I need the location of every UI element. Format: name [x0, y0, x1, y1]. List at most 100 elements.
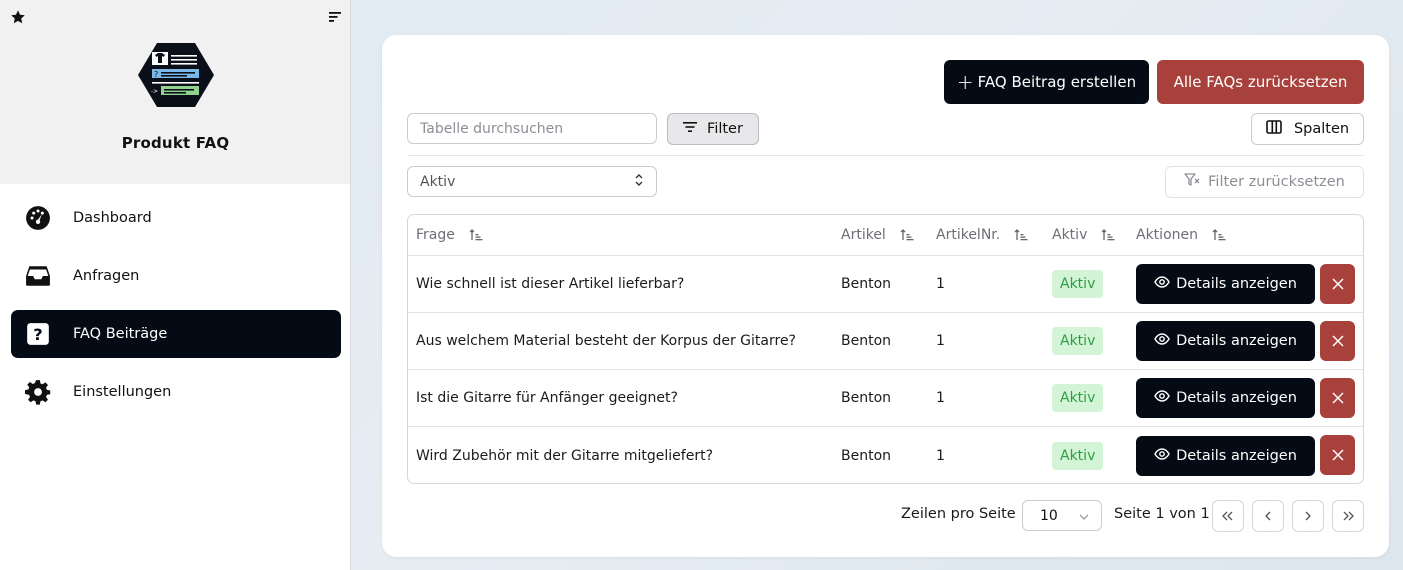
column-header-aktionen[interactable]: Aktionen — [1136, 215, 1226, 255]
eye-icon — [1154, 447, 1170, 464]
eye-icon — [1154, 390, 1170, 406]
delete-button[interactable] — [1320, 321, 1355, 361]
chevron-right-icon — [1305, 511, 1311, 521]
star-icon[interactable] — [10, 9, 26, 25]
sort-ascending-icon — [1101, 228, 1115, 242]
details-label: Details anzeigen — [1176, 447, 1297, 464]
close-icon — [1331, 335, 1344, 347]
details-button[interactable]: Details anzeigen — [1136, 435, 1315, 476]
table-search-input[interactable] — [407, 113, 657, 144]
cell-aktiv: Aktiv — [1052, 370, 1104, 426]
rows-per-page-label: Zeilen pro Seite — [901, 506, 1016, 522]
cell-artikelnr: 1 — [936, 276, 945, 292]
status-badge: Aktiv — [1052, 441, 1104, 470]
cell-aktionen: Details anzeigen — [1136, 370, 1315, 426]
status-filter-select[interactable]: Aktiv — [407, 166, 657, 197]
cell-aktionen: Details anzeigen — [1136, 256, 1315, 312]
close-icon — [1331, 449, 1344, 461]
previous-page-button[interactable] — [1252, 500, 1284, 532]
sort-icon[interactable] — [328, 9, 342, 23]
columns-icon — [1266, 120, 1282, 138]
sidebar-item-einstellungen[interactable]: Einstellungen — [11, 368, 341, 416]
cell-aktionen: Details anzeigen — [1136, 427, 1315, 483]
details-label: Details anzeigen — [1176, 390, 1297, 406]
rows-per-page-value: 10 — [1040, 507, 1058, 524]
reset-all-faqs-button[interactable]: Alle FAQs zurücksetzen — [1157, 60, 1364, 104]
next-page-button[interactable] — [1292, 500, 1324, 532]
cell-aktiv: Aktiv — [1052, 313, 1104, 369]
columns-button[interactable]: Spalten — [1251, 113, 1364, 145]
columns-label: Spalten — [1293, 121, 1350, 137]
status-badge: Aktiv — [1052, 327, 1104, 355]
details-label: Details anzeigen — [1176, 276, 1297, 292]
details-label: Details anzeigen — [1176, 333, 1297, 349]
table-row: Wie schnell ist dieser Artikel lieferbar… — [408, 256, 1363, 313]
first-page-button[interactable] — [1212, 500, 1244, 532]
chevrons-left-icon — [1222, 511, 1233, 521]
sidebar-item-label: Anfragen — [73, 268, 140, 284]
status-badge: Aktiv — [1052, 384, 1104, 412]
inbox-icon — [25, 263, 51, 289]
sidebar-item-faq-beitraege[interactable]: ? FAQ Beiträge — [11, 310, 341, 358]
sidebar-nav: Dashboard Anfragen ? FAQ Beiträge Einste… — [11, 194, 341, 426]
details-button[interactable]: Details anzeigen — [1136, 321, 1315, 361]
cell-artikel: Benton — [841, 447, 892, 464]
cell-aktiv: Aktiv — [1052, 256, 1104, 312]
chevron-left-icon — [1265, 511, 1271, 521]
svg-text:?: ? — [33, 325, 42, 344]
delete-button[interactable] — [1320, 435, 1355, 475]
plus-icon: + — [956, 70, 974, 94]
sidebar-item-label: FAQ Beiträge — [73, 326, 168, 342]
last-page-button[interactable] — [1332, 500, 1364, 532]
faq-table-card: + FAQ Beitrag erstellen Alle FAQs zurück… — [382, 35, 1389, 557]
cell-artikel: Benton — [841, 333, 892, 349]
reset-all-faqs-label: Alle FAQs zurücksetzen — [1173, 73, 1348, 91]
delete-button[interactable] — [1320, 378, 1355, 418]
sidebar: ? -> Produkt FAQ Dashboard Anfragen ? FA… — [0, 0, 351, 570]
cell-artikel: Benton — [841, 276, 892, 292]
chevron-down-icon — [1079, 508, 1089, 524]
details-button[interactable]: Details anzeigen — [1136, 264, 1315, 304]
details-button[interactable]: Details anzeigen — [1136, 378, 1315, 418]
sidebar-item-label: Einstellungen — [73, 384, 172, 400]
cell-frage: Wie schnell ist dieser Artikel lieferbar… — [416, 276, 685, 292]
column-header-frage[interactable]: Frage — [416, 215, 483, 255]
status-filter-value: Aktiv — [420, 173, 456, 190]
app-logo: ? -> — [137, 42, 215, 108]
close-icon — [1331, 278, 1344, 290]
reset-filter-label: Filter zurücksetzen — [1208, 174, 1345, 190]
column-header-artikelnr[interactable]: ArtikelNr. — [936, 215, 1028, 255]
eye-icon — [1154, 276, 1170, 292]
sort-ascending-icon — [900, 228, 914, 242]
cell-artikelnr: 1 — [936, 390, 945, 406]
table-header: Frage Artikel ArtikelNr. Aktiv Aktionen — [408, 215, 1363, 256]
column-header-aktiv[interactable]: Aktiv — [1052, 215, 1115, 255]
toolbar-divider — [407, 155, 1364, 156]
faq-table: Frage Artikel ArtikelNr. Aktiv Aktionen — [407, 214, 1364, 484]
status-badge: Aktiv — [1052, 270, 1104, 298]
table-row: Aus welchem Material besteht der Korpus … — [408, 313, 1363, 370]
create-faq-button[interactable]: + FAQ Beitrag erstellen — [944, 60, 1149, 104]
cell-artikelnr: 1 — [936, 447, 945, 464]
cell-frage: Ist die Gitarre für Anfänger geeignet? — [416, 390, 678, 406]
sort-ascending-icon — [469, 228, 483, 242]
sidebar-item-label: Dashboard — [73, 210, 152, 226]
sidebar-item-anfragen[interactable]: Anfragen — [11, 252, 341, 300]
app-title: Produkt FAQ — [121, 134, 230, 152]
cell-artikelnr: 1 — [936, 333, 945, 349]
rows-per-page-select[interactable]: 10 — [1022, 500, 1102, 531]
cell-artikel: Benton — [841, 390, 892, 406]
column-header-artikel[interactable]: Artikel — [841, 215, 914, 255]
delete-button[interactable] — [1320, 264, 1355, 304]
filter-button[interactable]: Filter — [667, 113, 759, 145]
cell-aktionen: Details anzeigen — [1136, 313, 1315, 369]
sidebar-item-dashboard[interactable]: Dashboard — [11, 194, 341, 242]
sort-ascending-icon — [1014, 228, 1028, 242]
sidebar-header: ? -> Produkt FAQ — [0, 0, 350, 184]
sort-ascending-icon — [1212, 228, 1226, 242]
chevrons-right-icon — [1343, 511, 1354, 521]
filter-lines-icon — [683, 121, 698, 137]
reset-filter-button[interactable]: Filter zurücksetzen — [1165, 166, 1364, 198]
chevron-updown-icon — [634, 173, 644, 191]
filter-label: Filter — [707, 121, 743, 137]
